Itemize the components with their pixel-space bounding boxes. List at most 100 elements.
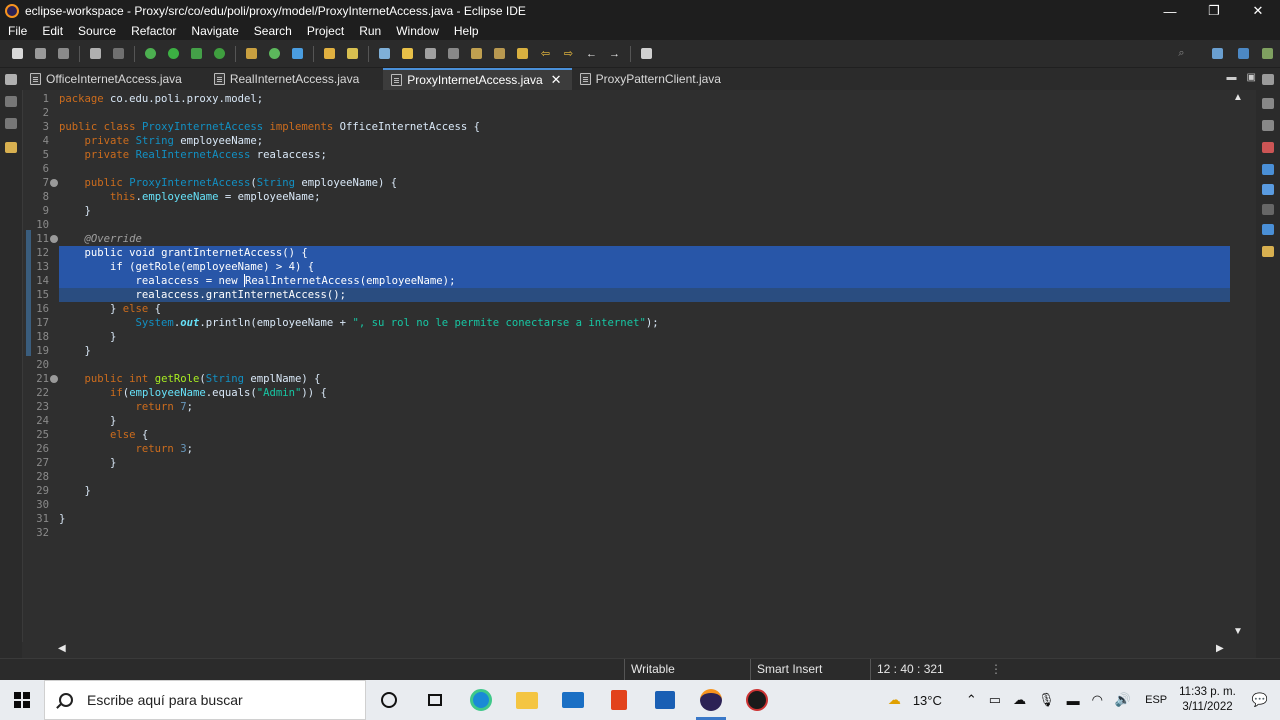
outline-view-icon[interactable] [1262,98,1274,109]
previous-annotation-icon[interactable] [492,47,507,61]
fold-icon[interactable] [50,235,58,243]
search-tool-icon[interactable] [345,47,360,61]
horizontal-scrollbar[interactable]: ◀ ▶ [56,642,1230,656]
menu-refactor[interactable]: Refactor [127,24,187,38]
code-editor[interactable]: 1 package co.edu.poli.proxy.model; 2 3 pub… [22,90,1246,642]
tab-real-internet-access[interactable]: RealInternetAccess.java [206,68,369,90]
refresh-icon[interactable] [267,47,282,61]
obs-icon[interactable] [734,680,780,720]
cortana-icon[interactable] [366,680,412,720]
restore-button[interactable]: ❐ [1192,0,1236,22]
search-view-icon[interactable] [1262,246,1274,257]
store-icon[interactable] [642,680,688,720]
battery-icon[interactable]: ▬ [1067,693,1080,708]
declaration-icon[interactable] [1262,184,1274,195]
menu-help[interactable]: Help [450,24,490,38]
open-perspective-icon[interactable] [1210,47,1225,61]
block-selection-icon[interactable] [423,47,438,61]
file-explorer-icon[interactable] [504,680,550,720]
pin-editor-icon[interactable] [639,47,654,61]
minimize-button[interactable]: — [1148,0,1192,22]
javadoc-icon[interactable] [1262,164,1274,175]
menu-file[interactable]: File [4,24,38,38]
back-icon[interactable]: ⇦ [538,47,553,61]
wifi-icon[interactable]: ◠ [1092,692,1103,708]
onedrive-icon[interactable]: ☁ [1013,692,1026,708]
weather-temp[interactable]: 13°C [913,693,942,708]
scroll-left-icon[interactable]: ◀ [58,643,66,654]
chevron-up-icon[interactable]: ⌃ [966,692,977,708]
menu-search[interactable]: Search [250,24,303,38]
tab-office-internet-access[interactable]: OfficeInternetAccess.java [22,68,192,90]
search-icon[interactable]: ⌕ [1174,47,1189,61]
package-icon[interactable] [5,142,17,153]
taskbar-search-box[interactable]: Escribe aquí para buscar [44,680,366,720]
status-menu-icon[interactable]: ⋮ [984,659,1002,681]
menu-edit[interactable]: Edit [38,24,74,38]
fold-icon[interactable] [50,375,58,383]
clock[interactable]: 11:33 p. m. 3/11/2022 [1179,685,1236,715]
new-java-project-icon[interactable] [244,47,259,61]
skip-breakpoints-icon[interactable] [111,47,126,61]
scroll-right-icon[interactable]: ▶ [1216,643,1224,654]
run-icon[interactable] [166,47,181,61]
outline-icon[interactable] [5,118,17,129]
problems-icon[interactable] [1262,142,1274,153]
scroll-up-icon[interactable]: ▲ [1233,92,1243,103]
eclipse-taskbar-icon[interactable] [688,680,734,720]
console-icon[interactable] [1262,204,1274,215]
menu-navigate[interactable]: Navigate [187,24,249,38]
annotation-icon[interactable] [377,47,392,61]
show-whitespace-icon[interactable] [446,47,461,61]
forward-nav-icon[interactable]: → [607,47,622,61]
minimize-editor-icon[interactable]: ▬ [1227,72,1237,83]
restore-icon[interactable] [1262,74,1274,85]
volume-icon[interactable]: 🔊 [1115,692,1131,708]
java-perspective-icon[interactable] [1236,47,1251,61]
mail-icon[interactable] [550,680,596,720]
debug-perspective-icon[interactable] [1260,47,1275,61]
edge-icon[interactable] [458,680,504,720]
close-button[interactable]: ✕ [1236,0,1280,22]
language-indicator[interactable]: ESP [1145,694,1167,706]
meet-now-icon[interactable]: ▭ [989,692,1001,708]
external-tools-icon[interactable] [212,47,227,61]
scroll-down-icon[interactable]: ▼ [1233,626,1243,637]
close-tab-icon[interactable]: ✕ [551,72,562,88]
toggle-mark-occurrences-icon[interactable] [400,47,415,61]
package-explorer-icon[interactable] [5,96,17,107]
last-edit-icon[interactable] [515,47,530,61]
status-cursor-position[interactable]: 12 : 40 : 321 [870,659,980,681]
tab-proxy-internet-access[interactable]: ProxyInternetAccess.java ✕ [383,68,572,90]
save-all-icon[interactable] [56,47,71,61]
open-type-icon[interactable] [322,47,337,61]
restore-icon[interactable] [5,74,17,85]
menu-project[interactable]: Project [303,24,355,38]
menu-source[interactable]: Source [74,24,127,38]
notifications-icon[interactable]: 💬 [1252,692,1268,708]
coverage-icon[interactable] [189,47,204,61]
toolbar-separator [134,45,135,62]
microphone-icon[interactable]: 🎙 [1038,692,1055,708]
office-icon[interactable] [596,680,642,720]
save-icon[interactable] [33,47,48,61]
terminal-icon[interactable] [88,47,103,61]
fold-icon[interactable] [50,179,58,187]
new-class-icon[interactable] [290,47,305,61]
back-nav-icon[interactable]: ← [584,47,599,61]
new-icon[interactable] [10,47,25,61]
debug-icon[interactable] [143,47,158,61]
task-view-icon[interactable] [412,680,458,720]
weather-icon[interactable]: ☁ [888,692,901,708]
tab-proxy-pattern-client[interactable]: ProxyPatternClient.java [572,68,731,90]
forward-icon[interactable]: ⇨ [561,47,576,61]
task-list-icon[interactable] [1262,120,1274,131]
start-button[interactable] [0,680,44,720]
vertical-scrollbar[interactable]: ▲ ▼ [1230,90,1246,642]
next-annotation-icon[interactable] [469,47,484,61]
menu-run[interactable]: Run [355,24,392,38]
maximize-editor-icon[interactable]: ▣ [1247,72,1256,83]
progress-icon[interactable] [1262,224,1274,235]
menu-window[interactable]: Window [392,24,450,38]
status-insert-mode[interactable]: Smart Insert [750,659,870,681]
